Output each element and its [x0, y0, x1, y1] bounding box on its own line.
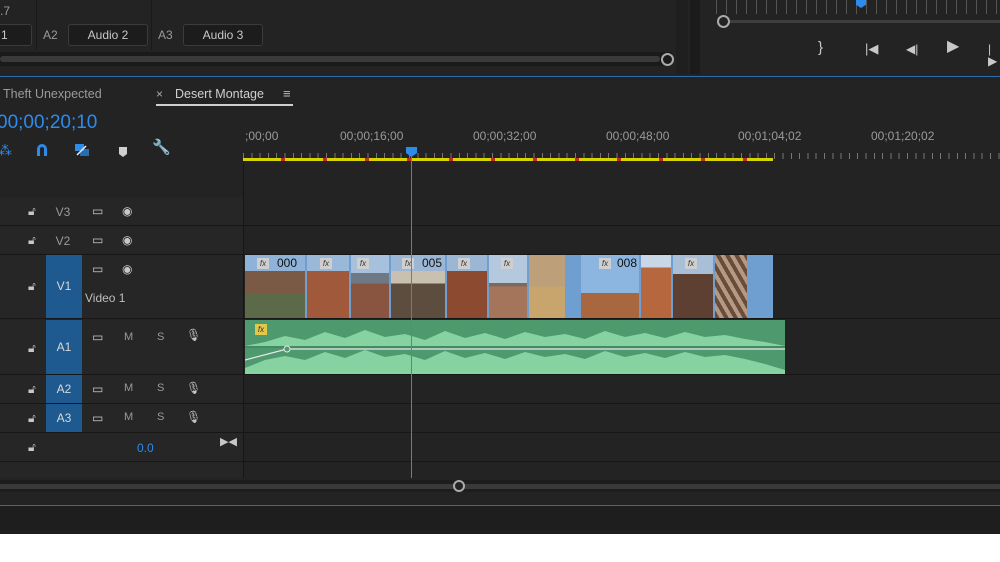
mute-button[interactable]: M [124, 382, 133, 394]
track-master: 🔓︎ 0.0 ▶◀ [0, 433, 1000, 462]
audio-2-button[interactable]: Audio 2 [68, 24, 148, 46]
track-name-video-1: Video 1 [85, 291, 126, 305]
ruler-markers [243, 158, 773, 161]
lock-icon[interactable]: 🔓︎ [28, 205, 36, 217]
lock-icon[interactable]: 🔓︎ [28, 280, 36, 292]
video-clip[interactable] [715, 255, 747, 318]
fx-badge[interactable]: fx [357, 258, 369, 269]
monitor-scroll-handle[interactable] [717, 15, 730, 28]
clip-label: 000 [277, 256, 298, 270]
track-label-v3: V3 [55, 205, 71, 219]
solo-button[interactable]: S [157, 411, 164, 423]
track-a2: 🔓︎ A2 ▭ M S 🎙︎ [0, 375, 1000, 404]
solo-button[interactable]: S [157, 331, 164, 343]
go-to-in-icon[interactable]: |◀ [865, 42, 878, 55]
fx-badge[interactable]: fx [685, 258, 697, 269]
fx-badge[interactable]: fx [255, 324, 267, 335]
premiere-timeline-window: .7 o 1 A2 Audio 2 A3 Audio 3 } |◀ ◀| ▶ |… [0, 0, 1000, 534]
track-a3: 🔓︎ A3 ▭ M S 🎙︎ [0, 404, 1000, 433]
ruler-label: 00;00;48;00 [606, 129, 670, 143]
go-to-out-icon[interactable]: ▶◀ [220, 436, 237, 448]
camera-icon[interactable]: ▭ [92, 205, 103, 217]
linked-selection-icon[interactable] [74, 143, 90, 157]
track-label-a2[interactable]: A2 [46, 375, 82, 403]
video-clip[interactable] [529, 255, 565, 318]
snap-icon[interactable]: ⁂ [0, 143, 12, 157]
audio-clip[interactable]: fx [245, 320, 785, 374]
fx-badge[interactable]: fx [402, 258, 414, 269]
master-volume-value[interactable]: 0.0 [137, 441, 154, 455]
track-label-v2: V2 [55, 234, 71, 248]
menu-icon[interactable]: ≡ [283, 86, 291, 101]
audio-waveform [245, 330, 785, 374]
clip-label: 005 [422, 256, 443, 270]
scroll-handle[interactable] [661, 53, 674, 66]
camera-icon[interactable]: ▭ [92, 331, 103, 343]
close-icon[interactable]: × [156, 87, 163, 101]
mic-icon[interactable]: 🎙︎ [186, 382, 201, 394]
eye-icon[interactable]: ◉ [122, 263, 132, 275]
mic-icon[interactable]: 🎙︎ [186, 329, 201, 341]
program-monitor-controls: } |◀ ◀| ▶ |▶ [700, 0, 1000, 72]
camera-icon[interactable]: ▭ [92, 263, 103, 275]
mute-button[interactable]: M [124, 331, 133, 343]
video-clip[interactable] [641, 255, 671, 318]
camera-icon[interactable]: ▭ [92, 234, 103, 246]
scroll-handle[interactable] [453, 480, 465, 492]
track-label-a1[interactable]: A1 [46, 320, 82, 374]
play-icon[interactable]: ▶ [947, 39, 959, 55]
track-v2: 🔓︎ V2 ▭ ◉ [0, 226, 1000, 255]
track-label-a3[interactable]: A3 [46, 404, 82, 432]
audio-1-button[interactable]: o 1 [0, 24, 32, 46]
top-left-panel: .7 o 1 A2 Audio 2 A3 Audio 3 [0, 0, 688, 74]
mute-button[interactable]: M [124, 411, 133, 423]
video-clip-strip[interactable]: fx fx fx fx fx fx fx fx 000 005 008 [245, 255, 773, 318]
partial-number: .7 [0, 4, 11, 18]
lock-icon[interactable]: 🔓︎ [28, 441, 36, 453]
top-panel-scrollbar[interactable] [0, 52, 674, 66]
playhead-line[interactable] [411, 152, 412, 478]
fx-badge[interactable]: fx [501, 258, 513, 269]
camera-icon[interactable]: ▭ [92, 383, 103, 395]
step-forward-icon[interactable]: |▶ [988, 43, 1000, 67]
wrench-icon[interactable]: 🔧 [152, 140, 171, 155]
mark-out-icon[interactable]: } [818, 40, 823, 55]
lock-icon[interactable]: 🔓︎ [28, 383, 36, 395]
ruler-label: ;00;00 [245, 129, 279, 143]
step-back-icon[interactable]: ◀| [906, 43, 918, 55]
track-v3: 🔓︎ V3 ▭ ◉ [0, 197, 1000, 226]
tab-desert-montage[interactable]: Desert Montage [175, 87, 264, 101]
lock-icon[interactable]: 🔓︎ [28, 412, 36, 424]
ruler-label: 00;01;20;02 [871, 129, 935, 143]
clip-label: 008 [617, 256, 638, 270]
ruler-label: 00;00;32;00 [473, 129, 537, 143]
lock-icon[interactable]: 🔓︎ [28, 234, 36, 246]
track-label-v1[interactable]: V1 [46, 255, 82, 318]
fx-badge[interactable]: fx [458, 258, 470, 269]
magnet-icon[interactable] [35, 143, 49, 157]
fx-badge[interactable]: fx [599, 258, 611, 269]
marker-icon[interactable] [118, 145, 128, 157]
fx-badge[interactable]: fx [257, 258, 269, 269]
eye-icon[interactable]: ◉ [122, 205, 132, 217]
audio-3-button[interactable]: Audio 3 [183, 24, 263, 46]
eye-icon[interactable]: ◉ [122, 234, 132, 246]
track-label-a2: A2 [43, 28, 58, 42]
timeline-scrollbar[interactable] [0, 480, 1000, 492]
tab-theft-unexpected[interactable]: Theft Unexpected [3, 87, 102, 101]
playhead-timecode[interactable]: 00;00;20;10 [0, 112, 97, 134]
ruler-label: 00;00;16;00 [340, 129, 404, 143]
solo-button[interactable]: S [157, 382, 164, 394]
ruler-label: 00;01;04;02 [738, 129, 802, 143]
lock-icon[interactable]: 🔓︎ [28, 342, 36, 354]
track-label-a3: A3 [158, 28, 173, 42]
fx-badge[interactable]: fx [320, 258, 332, 269]
camera-icon[interactable]: ▭ [92, 412, 103, 424]
mic-icon[interactable]: 🎙︎ [186, 411, 201, 423]
